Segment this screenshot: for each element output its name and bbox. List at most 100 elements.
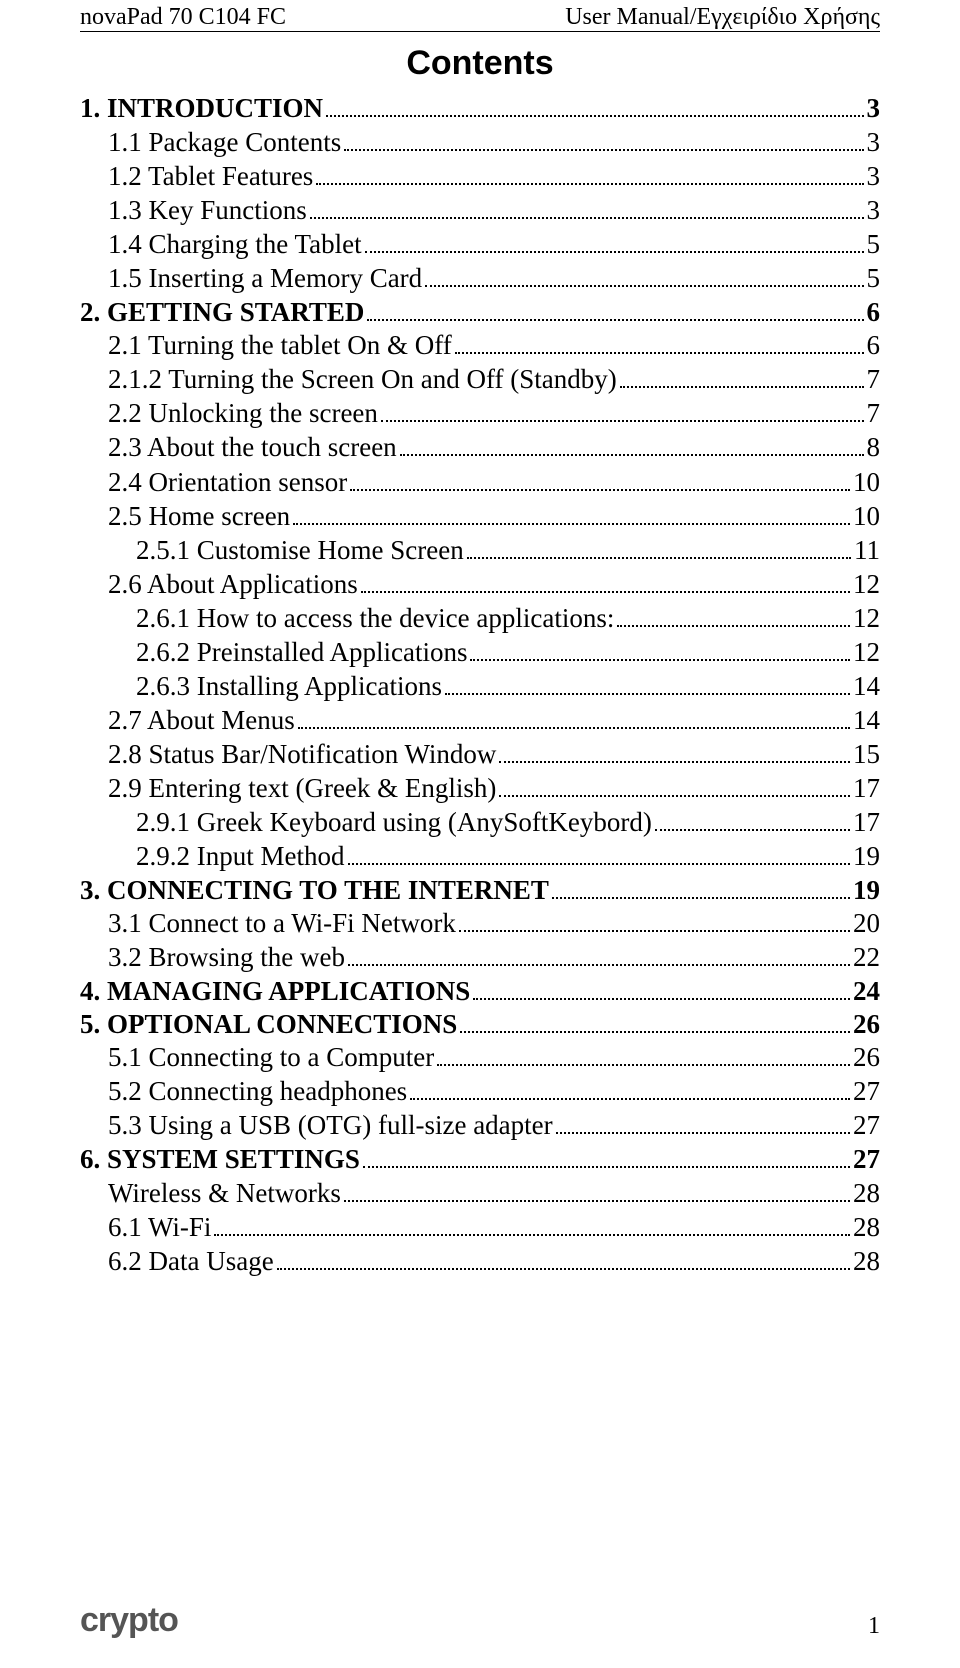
toc-entry: 2.9.2 Input Method19 (136, 841, 880, 872)
toc-label: 3. CONNECTING TO THE INTERNET (80, 875, 549, 906)
toc-page: 8 (867, 432, 881, 463)
toc-page: 3 (867, 195, 881, 226)
toc-label: 2.6.1 How to access the device applicati… (136, 603, 614, 634)
toc-leader (310, 200, 864, 220)
toc-page: 19 (853, 875, 880, 906)
toc-page: 14 (853, 671, 880, 702)
toc-entry: 2.6.1 How to access the device applicati… (136, 603, 880, 634)
toc-entry: 2.2 Unlocking the screen7 (108, 398, 880, 429)
toc-leader (499, 743, 850, 763)
toc-page: 28 (853, 1212, 880, 1243)
toc-leader (344, 1182, 850, 1202)
toc-entry: 6. SYSTEM SETTINGS 27 (80, 1144, 880, 1175)
toc-entry: 5.1 Connecting to a Computer26 (108, 1042, 880, 1073)
toc-leader (437, 1047, 850, 1067)
toc-label: 2.9 Entering text (Greek & English) (108, 773, 496, 804)
toc-leader (620, 369, 864, 389)
toc-label: 6.1 Wi-Fi (108, 1212, 211, 1243)
toc-leader (445, 675, 850, 695)
toc-entry: 2.9.1 Greek Keyboard using (AnySoftKeybo… (136, 807, 880, 838)
toc-page: 3 (867, 93, 881, 124)
toc-leader (277, 1250, 850, 1270)
toc-page: 27 (853, 1110, 880, 1141)
toc-entry: 2.3 About the touch screen 8 (108, 432, 880, 463)
toc-page: 3 (867, 127, 881, 158)
toc-page: 6 (867, 330, 881, 361)
toc-leader (617, 607, 850, 627)
toc-page: 11 (854, 535, 880, 566)
toc-entry: 5.2 Connecting headphones27 (108, 1076, 880, 1107)
toc-leader (455, 335, 864, 355)
toc-label: 5.2 Connecting headphones (108, 1076, 407, 1107)
toc-label: 1.4 Charging the Tablet (108, 229, 362, 260)
toc-leader (348, 845, 851, 865)
contents-title: Contents (80, 44, 880, 83)
toc-label: 2.8 Status Bar/Notification Window (108, 739, 496, 770)
toc-page: 12 (853, 603, 880, 634)
toc-entry: 1.4 Charging the Tablet 5 (108, 229, 880, 260)
toc-entry: 1.1 Package Contents3 (108, 127, 880, 158)
toc-label: 2.5 Home screen (108, 501, 290, 532)
toc-label: 2.3 About the touch screen (108, 432, 397, 463)
toc-entry: 2.1 Turning the tablet On & Off6 (108, 330, 880, 361)
toc-label: 2.1.2 Turning the Screen On and Off (Sta… (108, 364, 617, 395)
toc-entry: 1.5 Inserting a Memory Card5 (108, 263, 880, 294)
toc-label: 2.9.2 Input Method (136, 841, 345, 872)
toc-leader (556, 1115, 850, 1135)
toc-page: 5 (867, 229, 881, 260)
page-number: 1 (868, 1613, 880, 1640)
toc-entry: 2.1.2 Turning the Screen On and Off (Sta… (108, 364, 880, 395)
toc-page: 3 (867, 161, 881, 192)
toc-leader (298, 709, 850, 729)
toc-leader (470, 641, 850, 661)
toc-leader (361, 573, 850, 593)
toc-entry: 6.1 Wi-Fi 28 (108, 1212, 880, 1243)
toc-page: 28 (853, 1178, 880, 1209)
toc-page: 14 (853, 705, 880, 736)
toc-label: 2. GETTING STARTED (80, 297, 364, 328)
toc-label: 2.7 About Menus (108, 705, 295, 736)
toc-label: 2.5.1 Customise Home Screen (136, 535, 464, 566)
toc-page: 20 (853, 908, 880, 939)
toc-page: 27 (853, 1144, 880, 1175)
brand-logo: crypto (80, 1601, 178, 1640)
toc-leader (460, 1014, 850, 1034)
toc-entry: 3.1 Connect to a Wi-Fi Network 20 (108, 908, 880, 939)
toc-page: 26 (853, 1009, 880, 1040)
toc-leader (348, 947, 850, 967)
toc-entry: 2.4 Orientation sensor10 (108, 467, 880, 498)
toc-entry: 2.6 About Applications12 (108, 569, 880, 600)
toc-label: 3.1 Connect to a Wi-Fi Network (108, 908, 456, 939)
header-right: User Manual/Εγχειρίδιο Χρήσης (565, 4, 880, 31)
toc-entry: 3.2 Browsing the web22 (108, 942, 880, 973)
toc-leader (459, 913, 850, 933)
toc-leader (367, 302, 863, 322)
toc-leader (467, 539, 851, 559)
toc-label: 5.3 Using a USB (OTG) full-size adapter (108, 1110, 553, 1141)
toc-page: 10 (853, 501, 880, 532)
toc-entry: 1.3 Key Functions 3 (108, 195, 880, 226)
toc-entry: 5.3 Using a USB (OTG) full-size adapter 2… (108, 1110, 880, 1141)
toc-label: 2.6 About Applications (108, 569, 358, 600)
toc-label: 2.4 Orientation sensor (108, 467, 347, 498)
footer: crypto 1 (80, 1601, 880, 1640)
toc-leader (316, 166, 863, 186)
toc-entry: 2.7 About Menus 14 (108, 705, 880, 736)
header-bar: novaPad 70 C104 FC User Manual/Εγχειρίδι… (80, 0, 880, 32)
toc-label: 5.1 Connecting to a Computer (108, 1042, 434, 1073)
toc-leader (499, 777, 850, 797)
toc-label: 5. OPTIONAL CONNECTIONS (80, 1009, 457, 1040)
toc-page: 12 (853, 637, 880, 668)
toc-leader (552, 880, 850, 900)
page-container: novaPad 70 C104 FC User Manual/Εγχειρίδι… (0, 0, 960, 1668)
toc-page: 7 (867, 364, 881, 395)
toc-entry: 3. CONNECTING TO THE INTERNET 19 (80, 875, 880, 906)
toc-label: 6. SYSTEM SETTINGS (80, 1144, 360, 1175)
toc-entry: 2. GETTING STARTED6 (80, 297, 880, 328)
toc-page: 24 (853, 976, 880, 1007)
toc-entry: 1.2 Tablet Features3 (108, 161, 880, 192)
toc-entry: 4. MANAGING APPLICATIONS24 (80, 976, 880, 1007)
toc-entry: 2.6.3 Installing Applications14 (136, 671, 880, 702)
toc-label: 1.3 Key Functions (108, 195, 307, 226)
toc-entry: 2.8 Status Bar/Notification Window15 (108, 739, 880, 770)
